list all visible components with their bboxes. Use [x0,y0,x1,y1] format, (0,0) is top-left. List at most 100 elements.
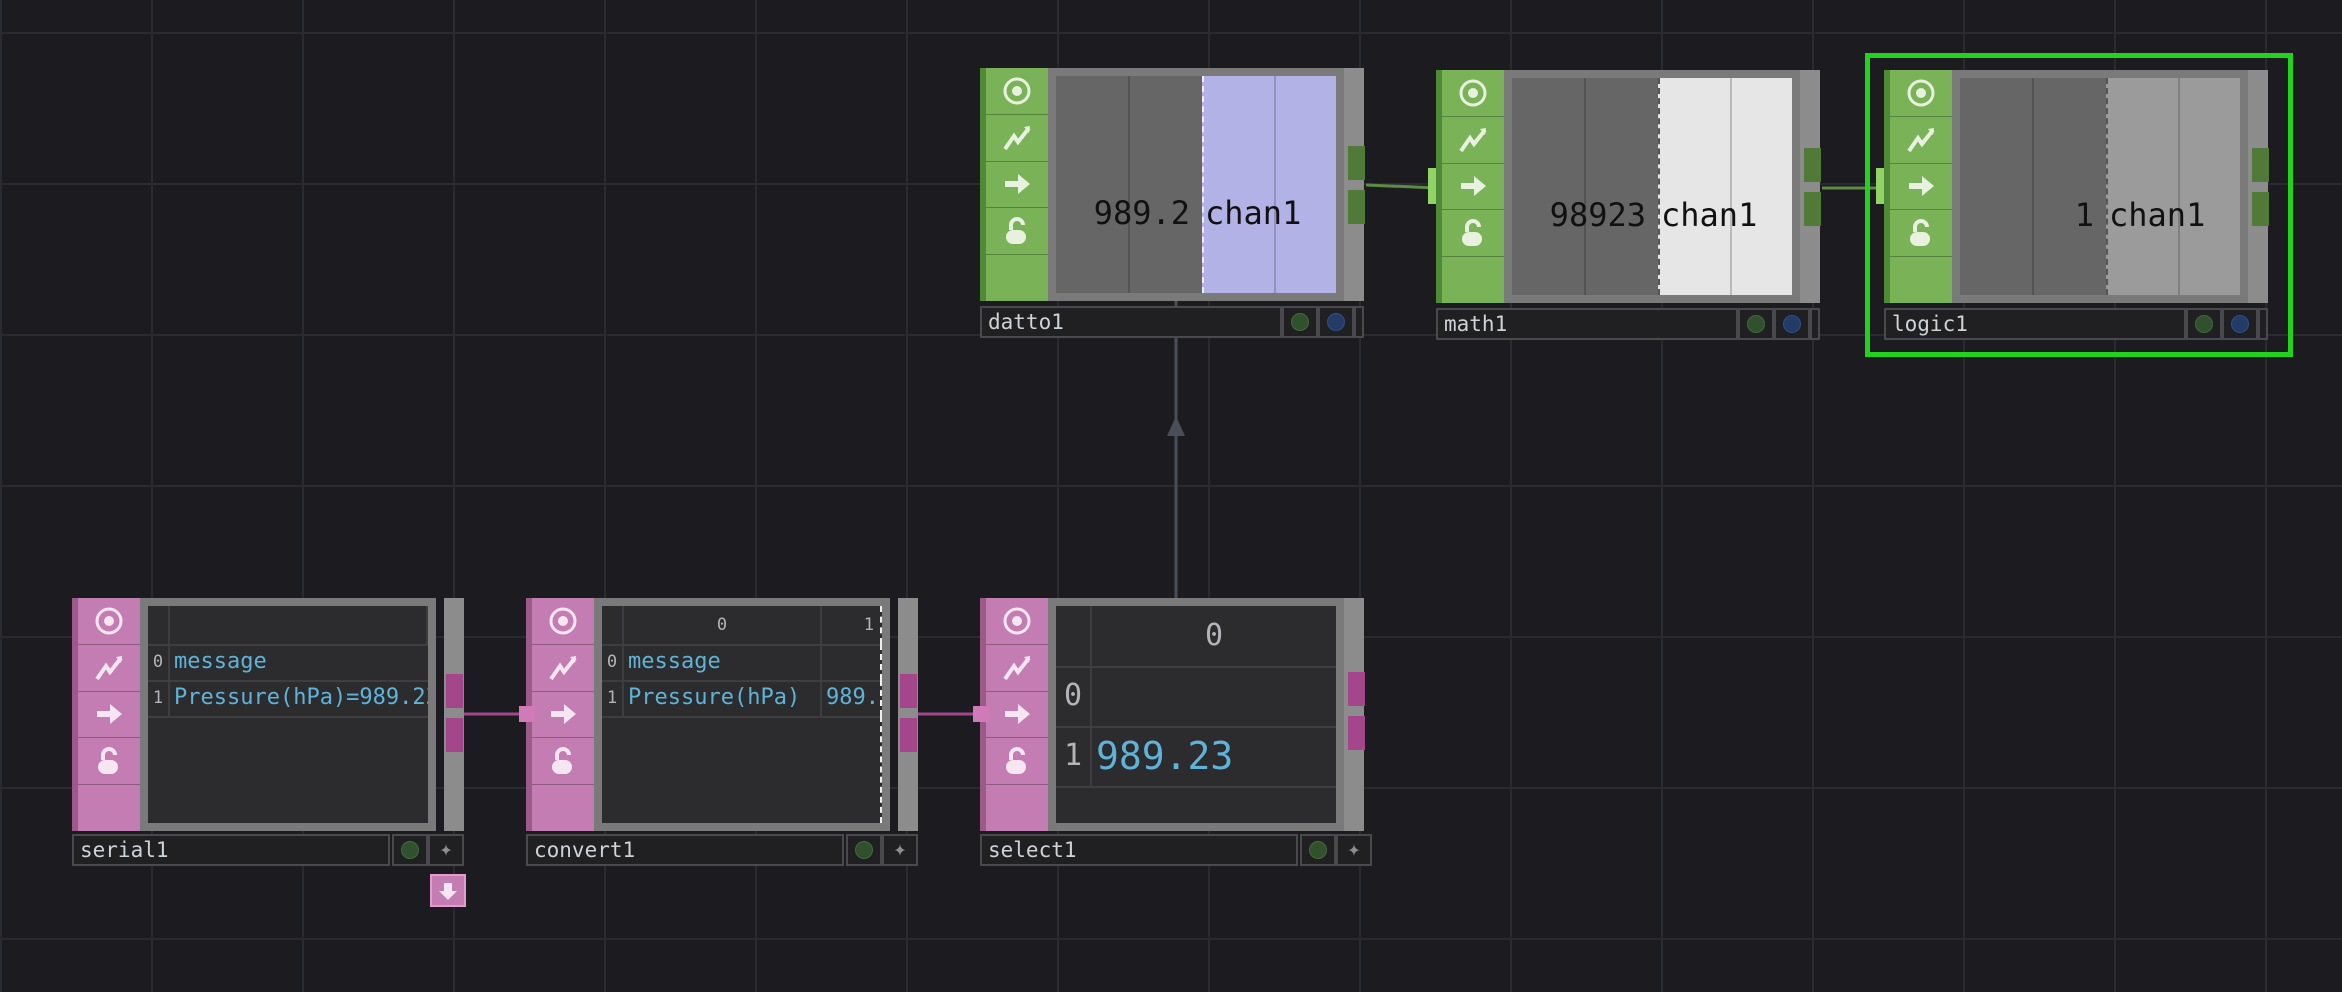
viewer-toggle[interactable] [986,598,1048,645]
render-flag[interactable] [1774,308,1810,340]
output-connector[interactable] [446,674,463,708]
viewer-toggle[interactable] [986,68,1048,115]
node-viewer[interactable]: 98923 chan1 [1504,70,1800,303]
node-name-label[interactable]: convert1 [526,834,844,866]
cook-toggle[interactable] [1442,163,1504,211]
lock-icon [1462,219,1482,247]
display-icon [1309,841,1327,859]
node-viewer[interactable]: 0 1 0 message 1 Pressure(hPa) 989.23 [594,598,890,831]
lock-toggle[interactable] [986,208,1048,256]
input-connector-convert1[interactable] [519,706,535,722]
output-connector[interactable] [900,674,917,708]
output-connector-2[interactable] [446,718,463,752]
display-flag[interactable] [1300,834,1336,866]
lock-icon [1910,219,1930,247]
lock-toggle[interactable] [1442,210,1504,258]
display-flag[interactable] [392,834,428,866]
node-name-label[interactable]: datto1 [980,306,1282,338]
node-name-label[interactable]: logic1 [1884,308,2186,340]
channel-name: chan1 [1205,194,1302,232]
display-flag[interactable] [1738,308,1774,340]
output-bar [1800,70,1820,303]
row-index: 1 [602,680,624,716]
table-row: 0 message [148,644,428,682]
pin-toggle[interactable] [2258,308,2268,340]
render-icon [1783,315,1801,333]
sparkle-icon: ✦ [439,837,453,862]
output-connector[interactable] [1804,148,1821,182]
display-flag[interactable] [846,834,882,866]
cook-toggle[interactable] [532,691,594,739]
node-name-label[interactable]: select1 [980,834,1298,866]
render-flag[interactable] [2222,308,2258,340]
node-viewer[interactable]: 0 message 1 Pressure(hPa)=989.23 [140,598,436,831]
output-connector-2[interactable] [1348,190,1365,224]
node-viewer[interactable]: 1 chan1 [1952,70,2248,303]
node-name-label[interactable]: serial1 [72,834,390,866]
bypass-toggle[interactable] [532,644,594,692]
viewer-toggle[interactable] [1890,70,1952,117]
pin-toggle[interactable]: ✦ [1336,834,1372,866]
node-flags [980,68,1048,301]
cook-toggle[interactable] [1890,163,1952,211]
channel-value: 989.2 [1093,194,1190,232]
row-index: 0 [602,644,624,680]
output-bar [1344,68,1364,301]
bypass-toggle[interactable] [1890,116,1952,164]
node-flags [980,598,1048,831]
bypass-toggle[interactable] [1442,116,1504,164]
bypass-toggle[interactable] [986,644,1048,692]
viewer-icon [1459,79,1487,107]
lock-toggle[interactable] [532,738,594,786]
display-flag[interactable] [2186,308,2222,340]
pin-toggle[interactable] [1354,306,1364,338]
viewer-icon [549,607,577,635]
output-connector[interactable] [1348,672,1365,706]
table-cell [1092,666,1336,726]
cook-toggle[interactable] [78,691,140,739]
lock-toggle[interactable] [986,738,1048,786]
empty-flag [986,785,1048,831]
display-icon [855,841,873,859]
output-bar [2248,70,2268,303]
viewer-icon [1003,607,1031,635]
header-cell: 0 [624,606,822,644]
bypass-icon [95,655,123,680]
lock-toggle[interactable] [78,738,140,786]
node-viewer[interactable]: 989.2 chan1 [1048,68,1344,301]
bypass-toggle[interactable] [78,644,140,692]
viewer-toggle[interactable] [78,598,140,645]
render-flag[interactable] [1318,306,1354,338]
wire-datto1-math1[interactable] [1365,183,1438,190]
row-index: 0 [1056,666,1092,726]
output-connector-2[interactable] [2252,192,2269,226]
pin-toggle[interactable] [1810,308,1820,340]
output-connector-2[interactable] [1804,192,1821,226]
pin-toggle[interactable]: ✦ [428,834,464,866]
cook-icon [1909,176,1934,197]
node-flags [1436,70,1504,303]
cook-toggle[interactable] [986,691,1048,739]
bypass-icon [1003,125,1031,150]
display-flag[interactable] [1282,306,1318,338]
lock-toggle[interactable] [1890,210,1952,258]
header-cell [170,606,428,644]
cook-toggle[interactable] [986,161,1048,209]
output-connector-2[interactable] [1348,716,1365,750]
viewer-dock-button[interactable] [430,874,466,907]
node-name-label[interactable]: math1 [1436,308,1738,340]
cook-icon [551,704,576,725]
pin-toggle[interactable]: ✦ [882,834,918,866]
output-bar [1344,598,1364,831]
row-index: 1 [148,680,170,716]
output-connector-2[interactable] [900,718,917,752]
output-connector[interactable] [1348,146,1365,180]
node-viewer[interactable]: 0 0 1 989.23 [1048,598,1344,831]
input-connector-select1[interactable] [973,706,989,722]
viewer-toggle[interactable] [1442,70,1504,117]
channel-bar [1202,76,1336,293]
output-connector[interactable] [2252,148,2269,182]
bypass-icon [1459,127,1487,152]
viewer-toggle[interactable] [532,598,594,645]
bypass-toggle[interactable] [986,114,1048,162]
